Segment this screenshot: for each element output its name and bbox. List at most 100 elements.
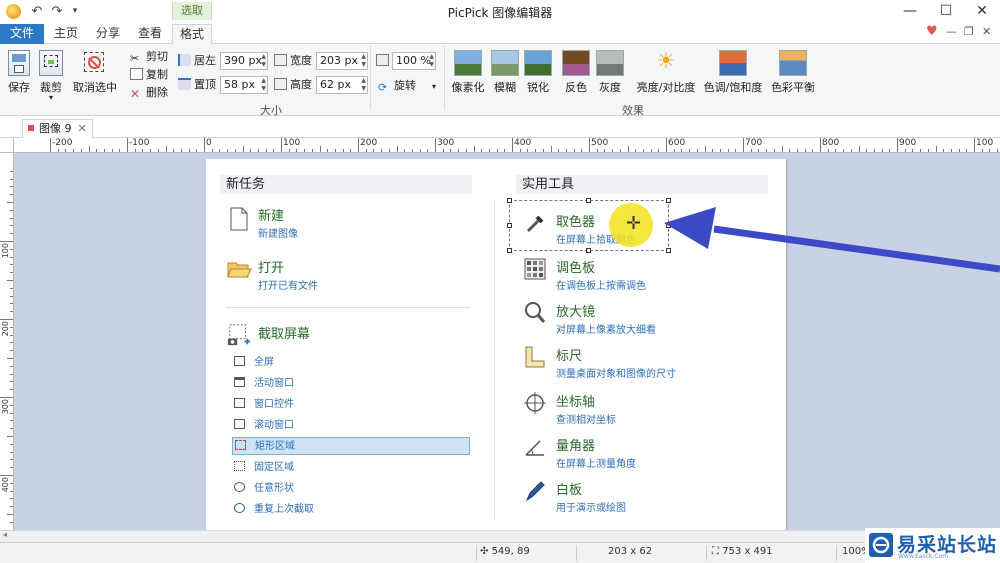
- tab-view[interactable]: 查看: [130, 24, 170, 44]
- close-button[interactable]: ✕: [964, 0, 1000, 24]
- ruler-minor-tick: [488, 149, 490, 152]
- height-spinner-icon[interactable]: ▲ ▼: [361, 77, 366, 93]
- ribbon: 保存 裁剪 ▾ 取消选中 ✂ 剪切 复制 ✕ 删除 居左 390 px ▲ ▼ 宽度 2…: [0, 44, 1000, 117]
- ruler-minor-tick: [10, 420, 13, 422]
- width-icon: [274, 54, 287, 66]
- blur-button[interactable]: 模糊: [488, 50, 522, 95]
- tab-file[interactable]: 文件: [0, 24, 44, 44]
- ruler-label: 800: [822, 138, 840, 148]
- ruler-minor-tick: [950, 149, 952, 152]
- ruler-minor-tick: [10, 326, 13, 328]
- selection-handle[interactable]: [507, 198, 512, 203]
- image-canvas[interactable]: 新任务 新建 新建图像 打开 打开已有文件 截取屏幕 全屏 活动窗口 窗口控件 …: [14, 153, 1000, 530]
- delete-button[interactable]: ✕ 删除: [130, 84, 168, 102]
- status-separator: [576, 545, 577, 561]
- capture-fixed-region[interactable]: 固定区域: [234, 459, 470, 477]
- ruler-minor-tick: [604, 149, 606, 152]
- redo-icon[interactable]: ↷: [48, 3, 66, 20]
- ruler-minor-tick: [404, 149, 406, 152]
- deselect-button[interactable]: 取消选中: [72, 50, 118, 95]
- ruler-minor-tick: [519, 149, 521, 152]
- color-balance-button[interactable]: 色彩平衡: [768, 50, 818, 95]
- ruler-major-tick: [281, 138, 282, 152]
- undo-icon[interactable]: ↶: [28, 3, 46, 20]
- ribbon-restore-icon[interactable]: ❐: [964, 25, 974, 41]
- capture-rectangle-region[interactable]: 矩形区域: [232, 437, 470, 455]
- ruler-minor-tick: [150, 149, 152, 152]
- ruler-minor-tick: [180, 149, 182, 152]
- ribbon-minimize-icon[interactable]: —: [946, 25, 957, 41]
- color-balance-icon: [779, 50, 807, 76]
- sharpen-button[interactable]: 锐化: [522, 50, 554, 95]
- grayscale-button[interactable]: 灰度: [594, 50, 626, 95]
- doc-tab-image-9[interactable]: 图像 9 ✕: [22, 119, 93, 138]
- heart-icon[interactable]: ♥: [926, 24, 938, 40]
- height-input[interactable]: 62 px ▲ ▼: [316, 76, 368, 94]
- tab-home[interactable]: 主页: [46, 24, 86, 44]
- ruler-minor-tick: [997, 149, 999, 152]
- zoom-input[interactable]: 100 % ▲ ▼: [392, 52, 436, 70]
- scroll-left-icon[interactable]: ◂: [3, 530, 7, 539]
- ruler-minor-tick: [827, 149, 829, 152]
- ruler-minor-tick: [10, 272, 13, 274]
- top-spinner-icon[interactable]: ▲ ▼: [261, 77, 266, 93]
- crosshair-icon: [524, 392, 546, 414]
- selection-handle[interactable]: [586, 248, 591, 253]
- blur-icon: [491, 50, 519, 76]
- maximize-button[interactable]: ☐: [928, 0, 964, 24]
- capture-window-control[interactable]: 窗口控件: [234, 396, 470, 414]
- brightness-contrast-button[interactable]: ☀ 亮度/对比度: [634, 50, 698, 95]
- ruler-minor-tick: [465, 149, 467, 152]
- capture-freehand[interactable]: 任意形状: [234, 480, 470, 498]
- selection-handle[interactable]: [586, 198, 591, 203]
- ruler-minor-tick: [704, 146, 706, 152]
- invert-button[interactable]: 反色: [560, 50, 592, 95]
- selection-handle[interactable]: [507, 248, 512, 253]
- crop-button[interactable]: 裁剪 ▾: [36, 50, 66, 102]
- width-input[interactable]: 203 px ▲ ▼: [316, 52, 368, 70]
- minimize-button[interactable]: —: [892, 0, 928, 24]
- ruler-minor-tick: [10, 482, 13, 484]
- capture-active-window[interactable]: 活动窗口: [234, 375, 470, 393]
- ruler-minor-tick: [581, 149, 583, 152]
- freehand-icon: [234, 482, 245, 492]
- ribbon-close-icon[interactable]: ✕: [982, 25, 991, 41]
- ruler-minor-tick: [173, 149, 175, 152]
- ruler-minor-tick: [10, 428, 13, 430]
- capture-fullscreen[interactable]: 全屏: [234, 354, 470, 372]
- ruler-minor-tick: [596, 149, 598, 152]
- ruler-minor-tick: [273, 149, 275, 152]
- ruler-minor-tick: [10, 443, 13, 445]
- ruler-minor-tick: [719, 149, 721, 152]
- quick-access-dropdown-icon[interactable]: ▾: [66, 3, 84, 20]
- ruler-major-tick: [0, 397, 13, 398]
- width-spinner-icon[interactable]: ▲ ▼: [361, 53, 366, 69]
- palette-grid-icon: [524, 258, 546, 280]
- save-button[interactable]: 保存: [4, 50, 34, 95]
- left-spinner-icon[interactable]: ▲ ▼: [261, 53, 266, 69]
- cut-button[interactable]: ✂ 剪切: [130, 48, 168, 66]
- status-separator: [706, 545, 707, 561]
- rotate-button[interactable]: ⟳ 旋转 ▾: [378, 77, 436, 95]
- horizontal-scrollbar[interactable]: ◂ ▸: [0, 530, 1000, 542]
- rectangle-region-icon: [235, 440, 246, 450]
- top-input[interactable]: 58 px ▲ ▼: [220, 76, 268, 94]
- pixelate-button[interactable]: 像素化: [450, 50, 486, 95]
- selection-handle[interactable]: [507, 223, 512, 228]
- ruler-minor-tick: [10, 506, 13, 508]
- hue-saturation-button[interactable]: 色调/饱和度: [702, 50, 764, 95]
- copy-button[interactable]: 复制: [130, 66, 168, 84]
- ruler-minor-tick: [496, 149, 498, 152]
- capture-repeat-last[interactable]: 重复上次截取: [234, 501, 470, 519]
- screen-capture-icon: [227, 324, 251, 346]
- left-input[interactable]: 390 px ▲ ▼: [220, 52, 268, 70]
- tab-format[interactable]: 格式: [172, 24, 212, 45]
- tab-share[interactable]: 分享: [88, 24, 128, 44]
- capture-scrolling-window[interactable]: 滚动窗口: [234, 417, 470, 435]
- ruler-minor-tick: [642, 149, 644, 152]
- ruler-minor-tick: [304, 149, 306, 152]
- ruler-minor-tick: [242, 146, 244, 152]
- doc-tab-close-icon[interactable]: ✕: [78, 122, 87, 135]
- ruler-minor-tick: [681, 149, 683, 152]
- zoom-spinner-icon[interactable]: ▲ ▼: [429, 53, 434, 69]
